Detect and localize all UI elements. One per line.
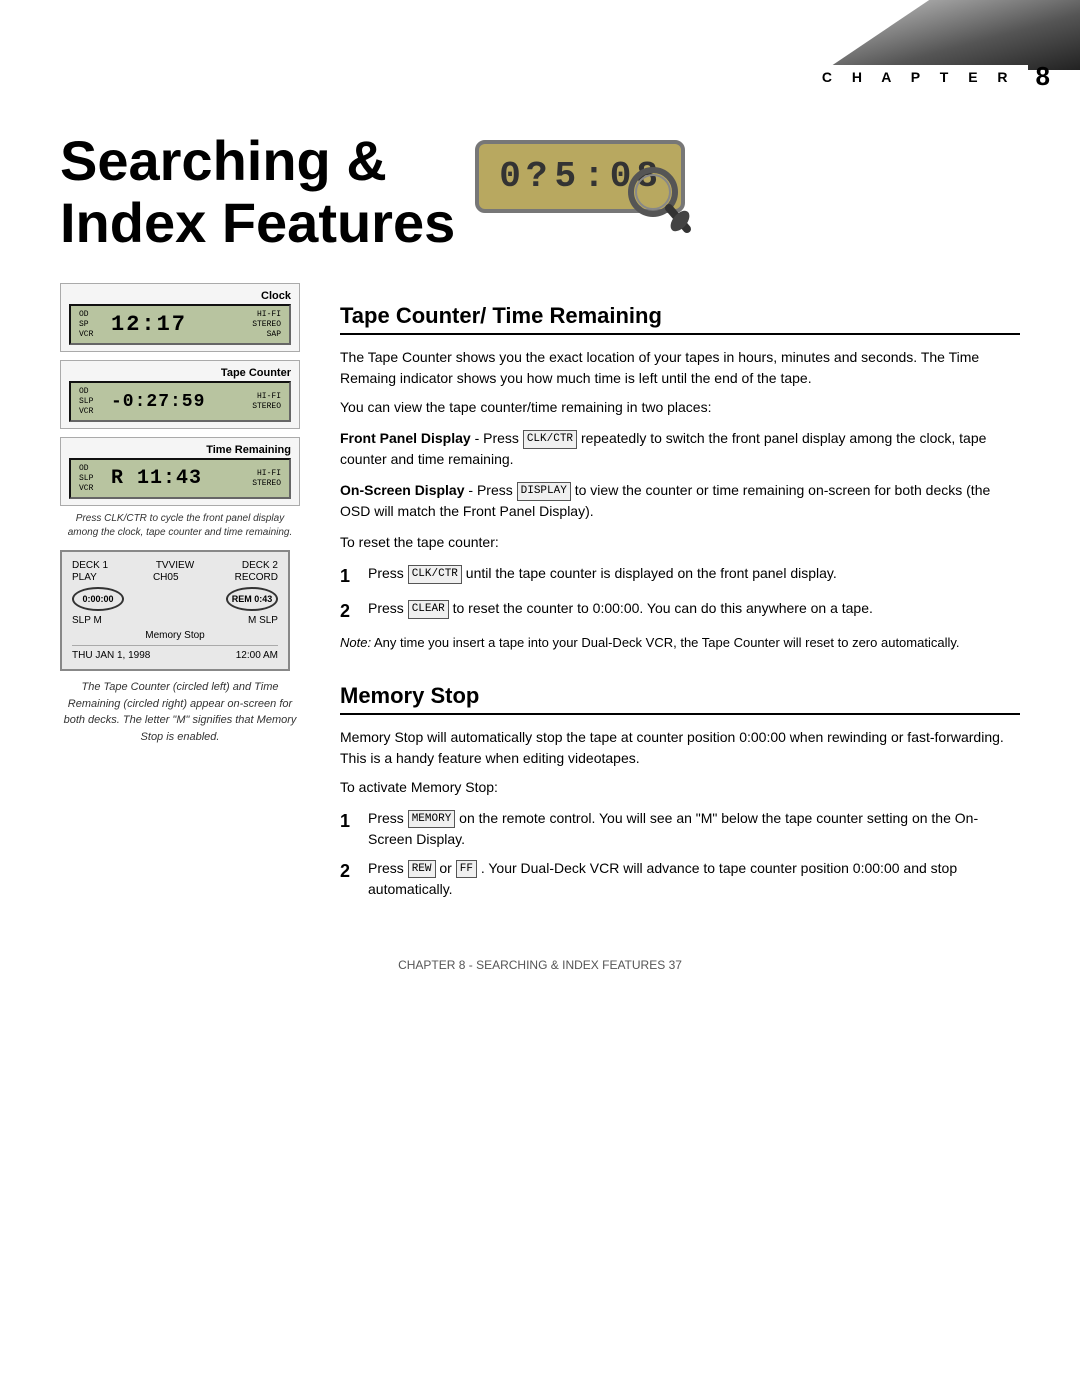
clk-ctr-button-1[interactable]: CLK/CTR [523, 430, 577, 449]
left-column: Clock OD SP VCR 12:17 HI-FI STEREO SAP [60, 283, 300, 755]
reset-intro: To reset the tape counter: [340, 532, 1020, 553]
lcd-digit: ? [526, 156, 551, 197]
section1-intro: The Tape Counter shows you the exact loc… [340, 347, 1020, 418]
time-remaining-panel: Time Remaining OD SLP VCR R 11:43 HI-FI … [60, 437, 300, 506]
osd-memory-panel: DECK 1 TVVIEW DECK 2 PLAY CH05 RECORD 0:… [60, 550, 290, 671]
memory-stop-step-2: 2 Press REW or FF . Your Dual-Deck VCR w… [340, 858, 1020, 900]
clock-digits: 12:17 [111, 312, 248, 337]
tape-counter-panel: Tape Counter OD SLP VCR -0:27:59 HI-FI S… [60, 360, 300, 429]
title-line1: Searching & [60, 130, 455, 192]
chapter-diagonal [820, 0, 1080, 70]
clear-button[interactable]: CLEAR [408, 600, 449, 619]
tape-counter-panel-title: Tape Counter [69, 367, 291, 379]
osd-counter-row: 0:00:00 REM 0:43 [72, 587, 278, 611]
section1-heading: Tape Counter/ Time Remaining [340, 303, 1020, 335]
chapter-label: C H A P T E R [818, 65, 1028, 89]
onscreen-display-para: On-Screen Display - Press DISPLAY to vie… [340, 480, 1020, 522]
memory-stop-intro: Memory Stop will automatically stop the … [340, 727, 1020, 798]
two-column-layout: Clock OD SP VCR 12:17 HI-FI STEREO SAP [60, 283, 1020, 908]
time-remaining-digits: R 11:43 [111, 467, 248, 490]
memory-button[interactable]: MEMORY [408, 810, 456, 829]
front-panel-bold: Front Panel Display [340, 430, 471, 446]
clock-screen: OD SP VCR 12:17 HI-FI STEREO SAP [69, 304, 291, 345]
page-content: Searching & Index Features 0?5:08 [0, 110, 1080, 1032]
osd-deck1-counter: 0:00:00 [72, 587, 124, 611]
chapter-number: 8 [1036, 61, 1050, 92]
chapter-header: C H A P T E R 8 [0, 0, 1080, 110]
display-button[interactable]: DISPLAY [517, 482, 571, 501]
reset-step-2: 2 Press CLEAR to reset the counter to 0:… [340, 598, 1020, 625]
osd-row-modes: SLP M M SLP [72, 615, 278, 626]
rew-button[interactable]: REW [408, 860, 436, 879]
clock-left-indicators: OD SP VCR [79, 310, 107, 339]
osd-row-1: DECK 1 TVVIEW DECK 2 [72, 560, 278, 571]
lcd-colon: 5 [554, 156, 579, 197]
tape-counter-screen: OD SLP VCR -0:27:59 HI-FI STEREO [69, 381, 291, 422]
chapter-label-bar: C H A P T E R 8 [0, 61, 1080, 92]
title-line2: Index Features [60, 192, 455, 254]
title-section: Searching & Index Features 0?5:08 [60, 130, 1020, 253]
ff-button[interactable]: FF [456, 860, 477, 879]
magnifying-glass-icon [625, 164, 695, 243]
page-title: Searching & Index Features [60, 130, 455, 253]
clk-ctr-button-2[interactable]: CLK/CTR [408, 565, 462, 584]
reset-step-1: 1 Press CLK/CTR until the tape counter i… [340, 563, 1020, 590]
note-text: Note: Any time you insert a tape into yo… [340, 633, 1020, 653]
lcd-digit: : [583, 156, 608, 197]
note-label: Note: [340, 635, 371, 650]
clock-right-indicators: HI-FI STEREO SAP [252, 310, 281, 339]
time-remaining-right-indicators: HI-FI STEREO [252, 469, 281, 488]
time-remaining-screen: OD SLP VCR R 11:43 HI-FI STEREO [69, 458, 291, 499]
display-caption-1: Press CLK/CTR to cycle the front panel d… [60, 512, 300, 540]
tape-counter-digits: -0:27:59 [111, 390, 248, 413]
page-footer: CHAPTER 8 - SEARCHING & INDEX FEATURES 3… [60, 948, 1020, 972]
display-caption-2: The Tape Counter (circled left) and Time… [60, 679, 300, 745]
osd-memory-stop-label: Memory Stop [72, 630, 278, 641]
title-graphic: 0?5:08 [475, 140, 685, 213]
section2-heading: Memory Stop [340, 683, 1020, 715]
clock-panel-title: Clock [69, 290, 291, 302]
memory-stop-step-1: 1 Press MEMORY on the remote control. Yo… [340, 808, 1020, 850]
right-column: Tape Counter/ Time Remaining The Tape Co… [340, 283, 1020, 908]
time-remaining-panel-title: Time Remaining [69, 444, 291, 456]
front-panel-display-para: Front Panel Display - Press CLK/CTR repe… [340, 428, 1020, 470]
time-remaining-left-indicators: OD SLP VCR [79, 464, 107, 493]
clock-panel: Clock OD SP VCR 12:17 HI-FI STEREO SAP [60, 283, 300, 352]
osd-row-2: PLAY CH05 RECORD [72, 572, 278, 583]
osd-date-time-row: THU JAN 1, 1998 12:00 AM [72, 645, 278, 661]
onscreen-bold: On-Screen Display [340, 482, 465, 498]
tape-counter-left-indicators: OD SLP VCR [79, 387, 107, 416]
tape-counter-right-indicators: HI-FI STEREO [252, 392, 281, 411]
osd-rem-counter: REM 0:43 [226, 587, 278, 611]
lcd-digit: 0 [499, 156, 524, 197]
